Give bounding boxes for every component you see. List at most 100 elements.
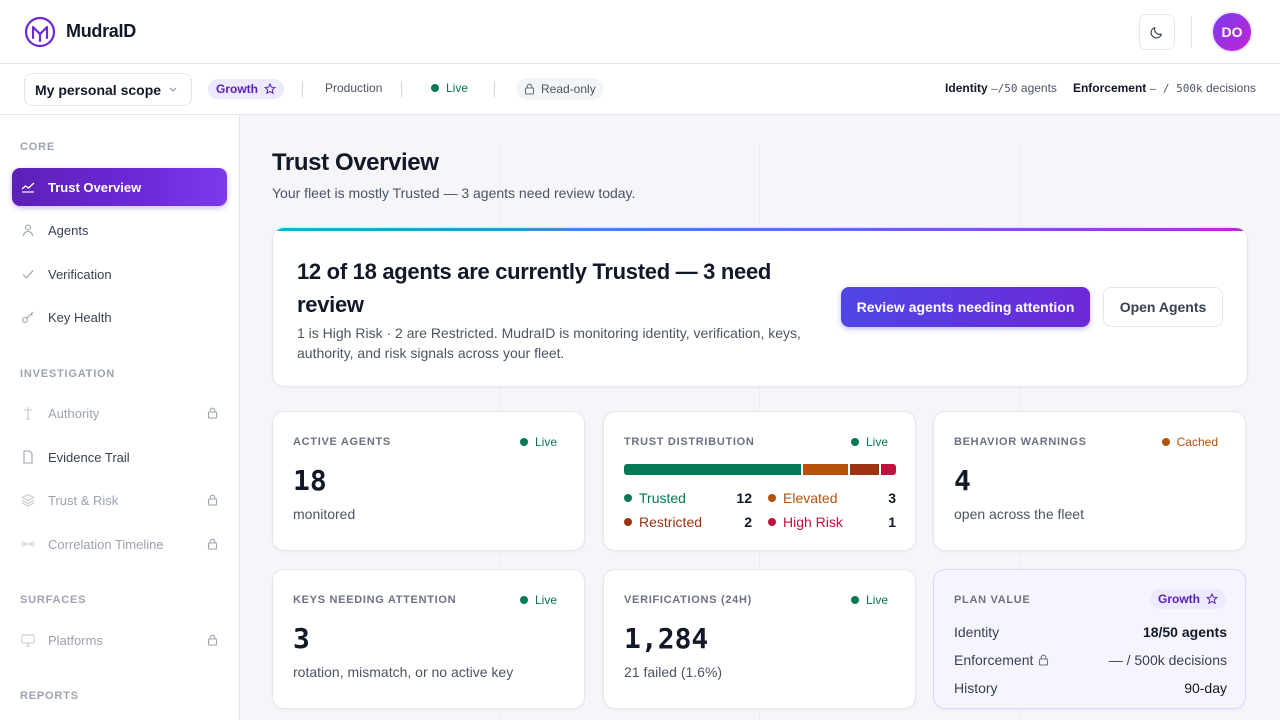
sidebar-item-label: Trust & Risk: [48, 492, 119, 508]
card-status: Live: [850, 593, 888, 607]
card-status-label: Cached: [1176, 435, 1218, 449]
plan-row-value: 90-day: [1184, 680, 1227, 696]
sidebar-item-label: Trust Overview: [48, 179, 142, 195]
card-note: monitored: [293, 506, 356, 522]
legend-item-trusted: Trusted: [624, 490, 686, 506]
app-name: MudraID: [66, 21, 136, 41]
plan-row-label: Enforcement: [954, 652, 1034, 668]
identity-quota: Identity –/50 agents: [945, 81, 1057, 95]
plan-value-card[interactable]: PLAN VALUE Growth Identity 18/50 agents …: [933, 569, 1246, 709]
plan-row-label: Identity: [954, 624, 1000, 640]
layers-icon: [21, 493, 35, 507]
divider: [1191, 16, 1192, 48]
card-label: VERIFICATIONS (24H): [624, 594, 752, 606]
plan-badge[interactable]: Growth: [208, 79, 284, 99]
card-value: 1,284: [624, 622, 709, 655]
legend-dot-icon: [768, 518, 776, 526]
card-status: Cached: [1161, 435, 1218, 449]
authority-icon: [24, 407, 32, 420]
plan-row-label: History: [954, 680, 998, 696]
card-value: 3: [293, 622, 310, 655]
key-icon: [21, 311, 34, 324]
read-only-label: Read-only: [541, 82, 596, 96]
enforcement-quota-value: – / 500k: [1149, 82, 1203, 95]
environment-label: Production: [325, 81, 383, 95]
lock-icon: [207, 538, 218, 550]
legend-dot-icon: [768, 494, 776, 502]
scope-selector[interactable]: My personal scope: [24, 73, 192, 106]
section-core: CORE: [20, 141, 55, 153]
legend-value: 2: [744, 514, 752, 530]
sidebar-item-authority[interactable]: Authority: [12, 394, 227, 432]
behavior-warnings-card[interactable]: BEHAVIOR WARNINGS Cached 4 open across t…: [933, 411, 1246, 551]
document-icon: [23, 450, 33, 464]
moon-icon: [1150, 27, 1162, 39]
card-status-label: Live: [534, 435, 557, 449]
sidebar-item-trust-risk[interactable]: Trust & Risk: [12, 481, 227, 519]
card-label: TRUST DISTRIBUTION: [624, 436, 755, 448]
card-status: Live: [519, 593, 557, 607]
page-title: Trust Overview: [272, 149, 439, 176]
distribution-segment-elevated: [803, 464, 848, 475]
sidebar-item-platforms[interactable]: Platforms: [12, 621, 227, 659]
card-label: BEHAVIOR WARNINGS: [954, 436, 1087, 448]
keys-attention-card[interactable]: KEYS NEEDING ATTENTION Live 3 rotation, …: [272, 569, 585, 709]
verifications-card[interactable]: VERIFICATIONS (24H) Live 1,284 21 failed…: [603, 569, 916, 709]
open-agents-button[interactable]: Open Agents: [1103, 287, 1223, 327]
card-label: PLAN VALUE: [954, 594, 1031, 606]
plan-row-value: — / 500k decisions: [1108, 652, 1227, 668]
sidebar-item-trust-overview[interactable]: Trust Overview: [12, 168, 227, 206]
user-icon: [22, 224, 34, 237]
legend-label: High Risk: [783, 514, 843, 530]
trust-distribution-card[interactable]: TRUST DISTRIBUTION Live Trusted 12 Eleva…: [603, 411, 916, 551]
live-status: Live: [431, 81, 468, 95]
sidebar-item-label: Verification: [48, 266, 112, 282]
page-subtitle: Your fleet is mostly Trusted — 3 agents …: [272, 185, 636, 201]
enforcement-quota-label: Enforcement: [1072, 81, 1147, 95]
card-status-label: Live: [865, 593, 888, 607]
distribution-segment-trusted: [624, 464, 802, 475]
card-note: open across the fleet: [954, 506, 1084, 522]
sidebar-item-verification[interactable]: Verification: [12, 255, 227, 293]
main-content: Trust Overview Your fleet is mostly Trus…: [240, 115, 1280, 720]
active-agents-card[interactable]: ACTIVE AGENTS Live 18 monitored: [272, 411, 585, 551]
plan-row-identity: Identity 18/50 agents: [954, 624, 1227, 640]
read-only-badge: Read-only: [516, 78, 604, 100]
card-status: Live: [850, 435, 888, 449]
plan-row-value: 18/50 agents: [1142, 624, 1227, 640]
legend-dot-icon: [624, 518, 632, 526]
scope-label: My personal scope: [35, 81, 162, 98]
sidebar-item-agents[interactable]: Agents: [12, 211, 227, 249]
plan-badge[interactable]: Growth: [1150, 589, 1226, 609]
divider: [494, 81, 495, 97]
status-dot-icon: [850, 438, 859, 446]
card-status-label: Live: [534, 593, 557, 607]
sidebar-item-label: Key Health: [48, 309, 112, 325]
card-status-label: Live: [865, 435, 888, 449]
chevron-down-icon: [169, 87, 177, 92]
chart-line-icon: [21, 182, 35, 193]
trust-summary-headline: 12 of 18 agents are currently Trusted — …: [297, 259, 772, 317]
live-status-label: Live: [446, 81, 469, 95]
status-dot-icon: [519, 596, 528, 604]
trust-summary-card: 12 of 18 agents are currently Trusted — …: [272, 227, 1248, 387]
live-dot-icon: [431, 84, 439, 92]
sidebar-item-evidence-trail[interactable]: Evidence Trail: [12, 438, 227, 476]
user-avatar[interactable]: DO: [1211, 11, 1253, 53]
divider: [302, 81, 303, 97]
identity-quota-value: –/50: [991, 82, 1018, 95]
enforcement-quota-unit: decisions: [1205, 81, 1256, 95]
review-agents-button[interactable]: Review agents needing attention: [841, 287, 1090, 327]
mudraid-logo-icon[interactable]: [24, 16, 56, 48]
identity-quota-unit: agents: [1020, 81, 1057, 95]
card-label: KEYS NEEDING ATTENTION: [293, 594, 457, 606]
theme-toggle-button[interactable]: [1139, 14, 1175, 50]
lock-icon: [207, 634, 218, 646]
plan-badge-label: Growth: [1158, 592, 1200, 606]
sidebar: CORE Trust Overview Agents Verification …: [0, 115, 240, 720]
sidebar-item-key-health[interactable]: Key Health: [12, 298, 227, 336]
sidebar-item-correlation-timeline[interactable]: Correlation Timeline: [12, 525, 227, 563]
check-icon: [22, 270, 34, 279]
sidebar-item-label: Authority: [48, 405, 100, 421]
lock-icon: [207, 494, 218, 506]
